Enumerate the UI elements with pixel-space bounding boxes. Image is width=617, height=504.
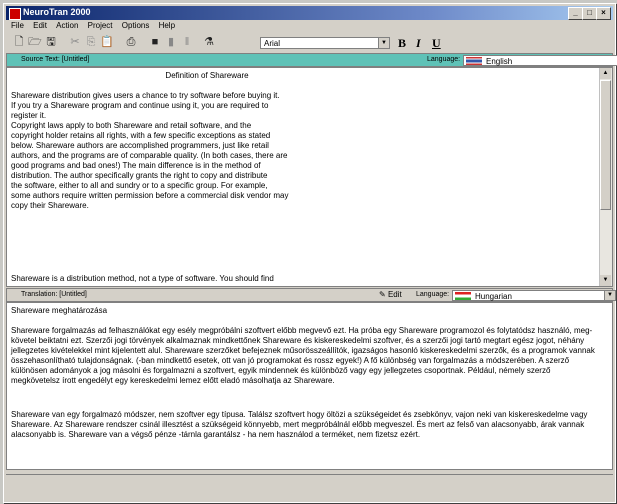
pause-icon[interactable]: ▮ <box>164 36 178 49</box>
chevron-down-icon[interactable]: ▼ <box>604 291 615 300</box>
stop-icon[interactable]: ‖ <box>180 36 194 49</box>
font-name: Arial <box>264 39 281 48</box>
menu-edit[interactable]: Edit <box>33 21 47 30</box>
source-label: Source Text: [Untitled] <box>21 56 90 63</box>
translation-language-label: Language: <box>416 291 450 298</box>
translation-para-2: Shareware van egy forgalmazó módszer, ne… <box>11 410 590 439</box>
title-bar: NeuroTran 2000 _ □ × <box>6 6 613 20</box>
maximize-button[interactable]: □ <box>582 7 597 20</box>
source-scrollbar[interactable]: ▲ ▼ <box>599 68 612 286</box>
chevron-down-icon[interactable]: ▼ <box>378 38 389 48</box>
source-panel-header: Source Text: [Untitled] Language: Englis… <box>6 53 617 67</box>
window-title: NeuroTran 2000 <box>23 7 91 17</box>
source-cut-line: Shareware is a distribution method, not … <box>11 274 274 283</box>
hungary-flag-icon <box>455 292 471 300</box>
edit-label: Edit <box>387 290 402 299</box>
menu-bar: File Edit Action Project Options Help <box>6 21 613 33</box>
minimize-button[interactable]: _ <box>568 7 583 20</box>
menu-action[interactable]: Action <box>56 21 78 30</box>
cut-icon[interactable]: ✂ <box>68 36 82 49</box>
source-heading: Definition of Shareware <box>165 71 249 80</box>
translation-text-area[interactable]: Shareware meghatározása Shareware forgal… <box>6 302 613 470</box>
translate-icon[interactable]: ■ <box>148 36 162 49</box>
uk-flag-icon <box>466 57 482 65</box>
new-file-icon[interactable]: 🗋 <box>12 36 26 49</box>
font-select[interactable]: Arial ▼ <box>260 37 390 49</box>
italic-button[interactable]: I <box>416 36 421 51</box>
source-language-name: English <box>486 57 513 66</box>
menu-file[interactable]: File <box>11 21 24 30</box>
source-language-label: Language: <box>427 56 461 63</box>
menu-project[interactable]: Project <box>88 21 113 30</box>
status-bar <box>6 474 613 499</box>
print-icon[interactable]: ⎙ <box>124 36 138 49</box>
translation-heading: Shareware meghatározása <box>11 306 108 315</box>
edit-icon: ✎ <box>379 290 386 299</box>
paste-icon[interactable]: 📋 <box>100 36 114 49</box>
source-text-area[interactable]: Definition of Shareware Shareware distri… <box>6 67 613 287</box>
translation-para-1: Shareware forgalmazás ad felhasználókat … <box>11 326 598 385</box>
dictionary-icon[interactable]: ⚗ <box>202 36 216 49</box>
menu-options[interactable]: Options <box>122 21 150 30</box>
underline-button[interactable]: U <box>432 36 441 51</box>
translation-language-name: Hungarian <box>475 292 512 301</box>
menu-help[interactable]: Help <box>159 21 175 30</box>
edit-button[interactable]: ✎ Edit <box>379 290 402 299</box>
copy-icon[interactable]: ⎘ <box>84 36 98 49</box>
scroll-up-icon[interactable]: ▲ <box>600 68 611 79</box>
source-body: Shareware distribution gives users a cha… <box>11 91 289 210</box>
scroll-thumb[interactable] <box>600 80 611 210</box>
translation-language-select[interactable]: Hungarian ▼ <box>452 290 616 301</box>
translation-label: Translation: [Untitled] <box>21 291 87 298</box>
app-window: NeuroTran 2000 _ □ × File Edit Action Pr… <box>3 3 617 503</box>
save-icon[interactable]: 🖫 <box>44 36 58 49</box>
scroll-down-icon[interactable]: ▼ <box>600 275 611 286</box>
open-file-icon[interactable]: 🗁 <box>28 36 42 49</box>
source-language-select[interactable]: English ▼ <box>463 55 617 66</box>
app-icon <box>9 8 21 20</box>
translation-panel-header: Translation: [Untitled] ✎ Edit Language:… <box>6 288 616 302</box>
toolbar: 🗋 🗁 🖫 ✂ ⎘ 📋 ⎙ ■ ▮ ‖ ⚗ Arial ▼ B I U <box>6 34 613 52</box>
close-button[interactable]: × <box>596 7 611 20</box>
bold-button[interactable]: B <box>398 36 406 51</box>
